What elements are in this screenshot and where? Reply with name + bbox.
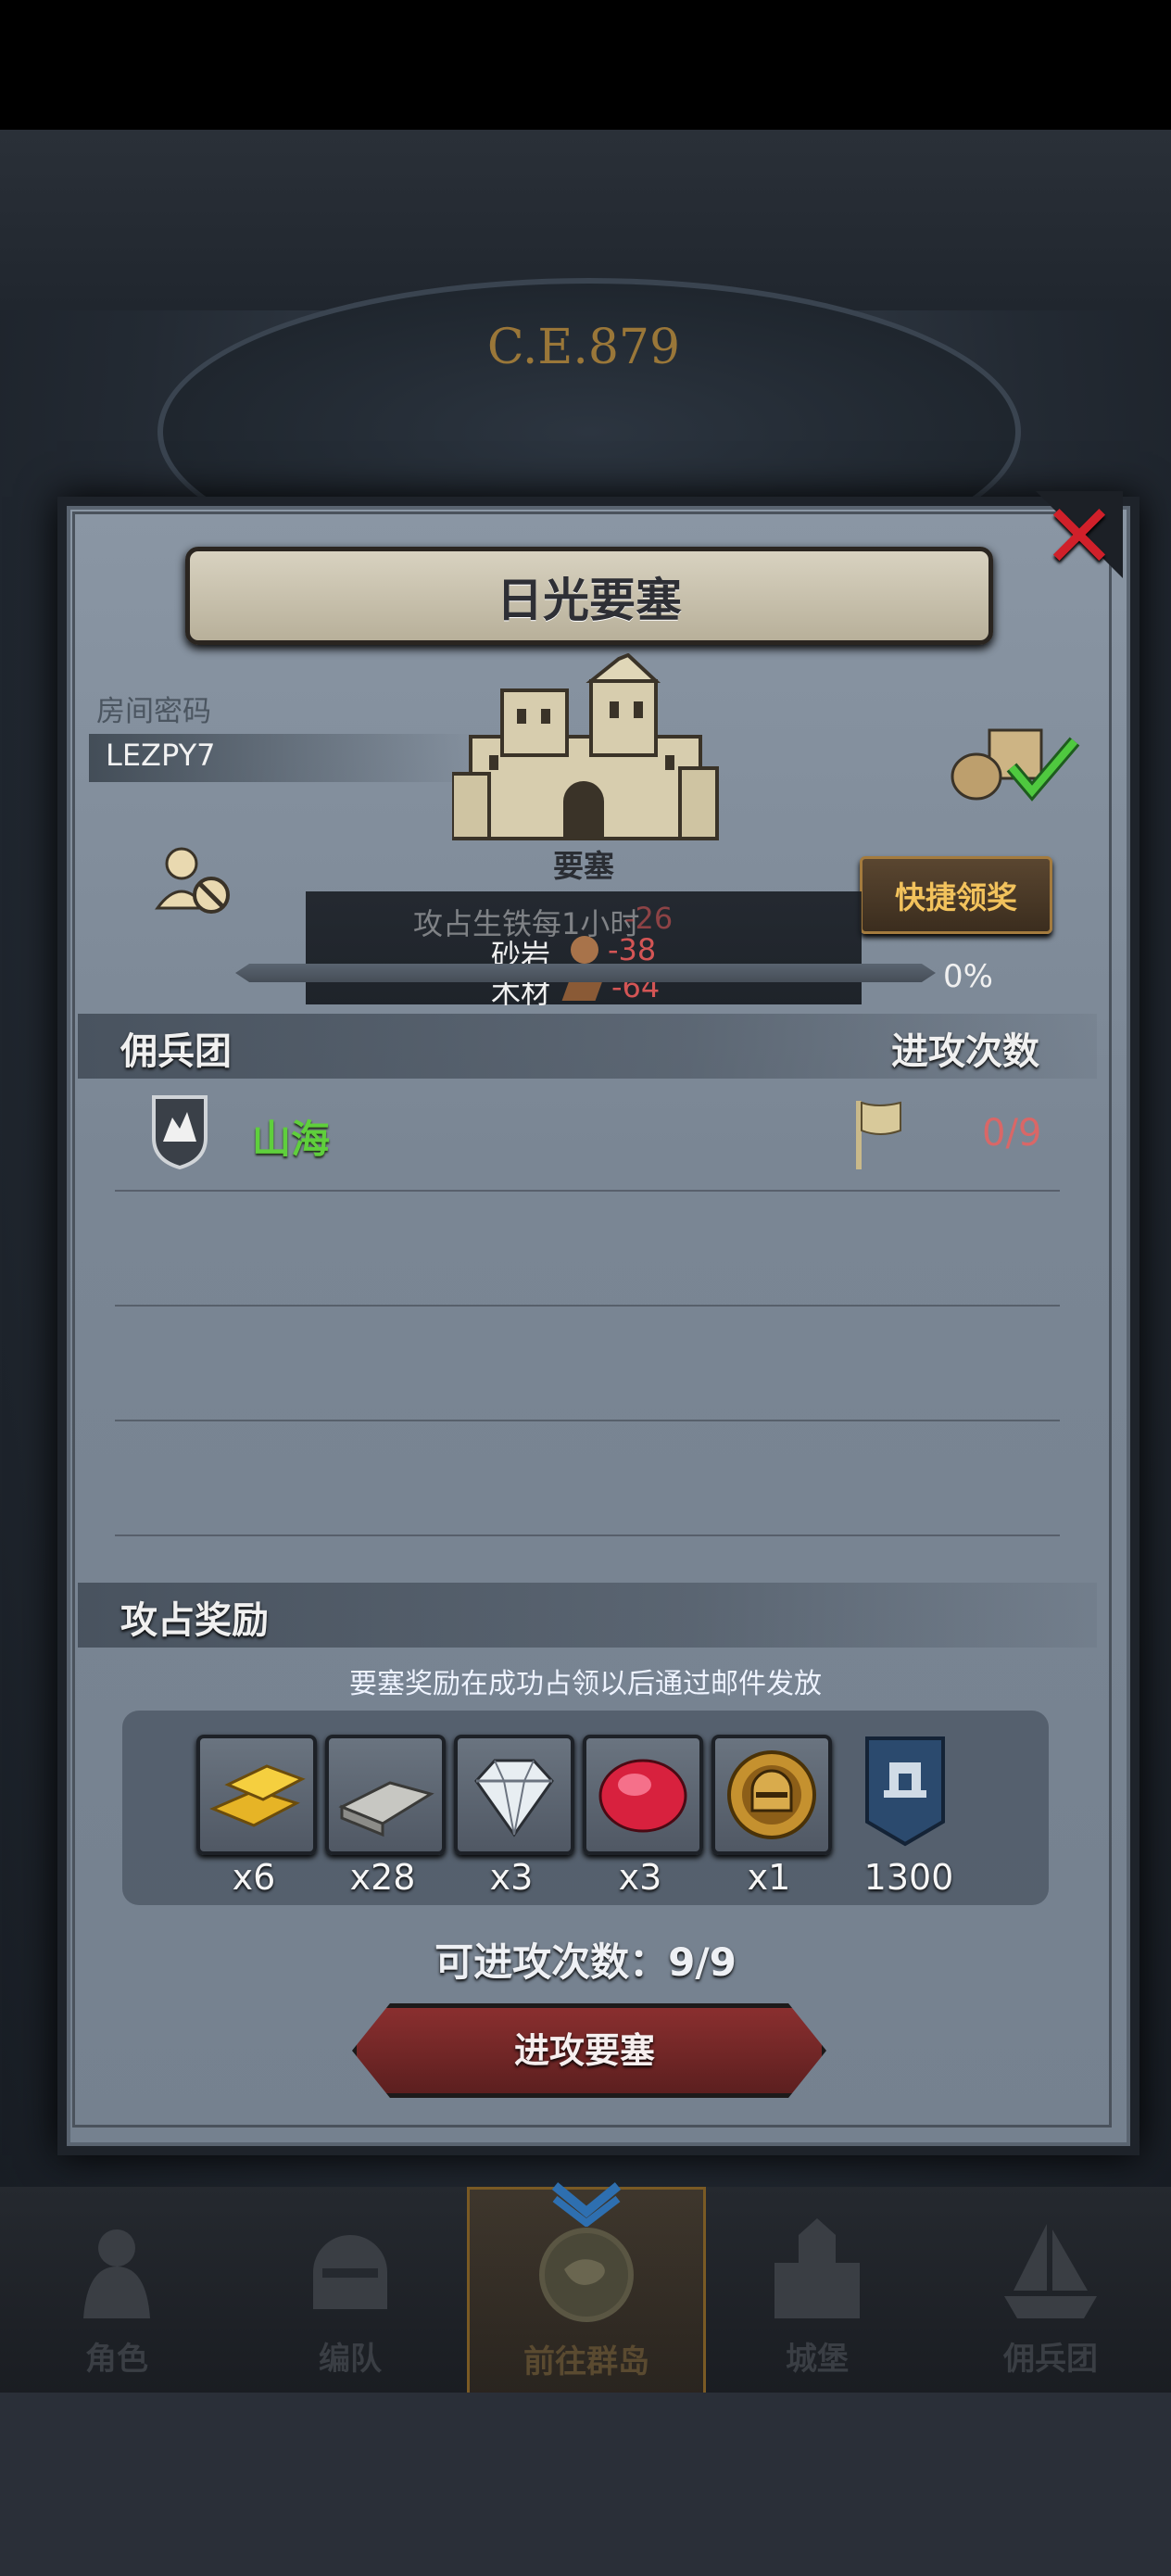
attack-remaining: 可进攻次数：9/9 [434,1939,737,1985]
attack-count-header: 进攻次数 [891,1030,1039,1073]
reward-qty: x6 [232,1857,276,1898]
reward-qty: x3 [618,1857,662,1898]
gold-bar-icon [209,1764,306,1827]
quick-claim-label[interactable]: 快捷领奖 [860,873,1052,917]
helmet-icon [313,2235,387,2309]
sandstone-value: -38 [608,932,657,967]
attack-fortress-label[interactable]: 进攻要塞 [352,2022,817,2073]
row-divider [115,1190,1060,1192]
castle-icon [452,653,719,840]
sandstone-icon [571,936,598,964]
resource-bag-icon[interactable] [949,721,1080,804]
ruby-icon [598,1759,687,1833]
user-blocked-icon[interactable] [154,843,233,917]
helmet-medal-icon [727,1750,816,1839]
mercenary-name[interactable]: 山海 [252,1108,330,1165]
reward-qty: x3 [489,1857,534,1898]
mercenary-header: 佣兵团 [120,1030,232,1073]
nav-label: 城堡 [786,2341,849,2378]
guild-banner-icon[interactable] [863,1735,947,1848]
nav-item-role[interactable]: 角色 [0,2187,233,2393]
occupation-progress-text: 0% [943,958,993,995]
nav-item-mercenary[interactable]: 佣兵团 [934,2187,1167,2393]
system-navigation-bar [0,2393,1171,2576]
attack-count: 0/9 [982,1112,1042,1155]
nav-label: 前往群岛 [523,2343,649,2380]
guild-shield-icon [152,1095,208,1169]
reward-item[interactable] [711,1735,832,1855]
castle-label: 要塞 [553,848,614,884]
reward-qty: 1300 [863,1857,954,1898]
knight-icon [83,2229,150,2318]
castle-icon [774,2218,860,2318]
room-code-label: 房间密码 [96,695,211,728]
nav-label: 编队 [319,2341,382,2378]
reward-item[interactable] [454,1735,574,1855]
row-divider [115,1534,1060,1536]
dialog-title: 日光要塞 [497,574,682,627]
nav-item-castle[interactable]: 城堡 [700,2187,934,2393]
rewards-note: 要塞奖励在成功占领以后通过邮件发放 [349,1668,822,1700]
nav-item-team[interactable]: 编队 [233,2187,467,2393]
reward-item[interactable] [196,1735,317,1855]
reward-item[interactable] [325,1735,446,1855]
room-code: LEZPY7 [106,738,216,773]
iron-value: -26 [624,901,674,936]
nav-item-islands[interactable]: 前往群岛 [467,2182,706,2398]
nav-label: 佣兵团 [1003,2341,1098,2378]
ship-icon [1004,2224,1097,2318]
reward-item[interactable] [583,1735,703,1855]
reward-qty: x28 [349,1857,416,1898]
occupation-progress-bar [235,964,936,982]
iron-ingot-icon [338,1781,434,1837]
era-label: C.E.879 [486,320,681,375]
row-divider [115,1305,1060,1307]
diamond-icon [474,1759,554,1837]
rewards-header: 攻占奖励 [120,1599,269,1642]
nav-label: 角色 [85,2341,148,2378]
attack-flag-icon [856,1101,901,1169]
status-bar [0,0,1171,130]
reward-qty: x1 [747,1857,791,1898]
row-divider [115,1420,1060,1421]
compass-map-icon [539,2228,634,2322]
close-icon[interactable]: ✕ [1039,492,1119,581]
